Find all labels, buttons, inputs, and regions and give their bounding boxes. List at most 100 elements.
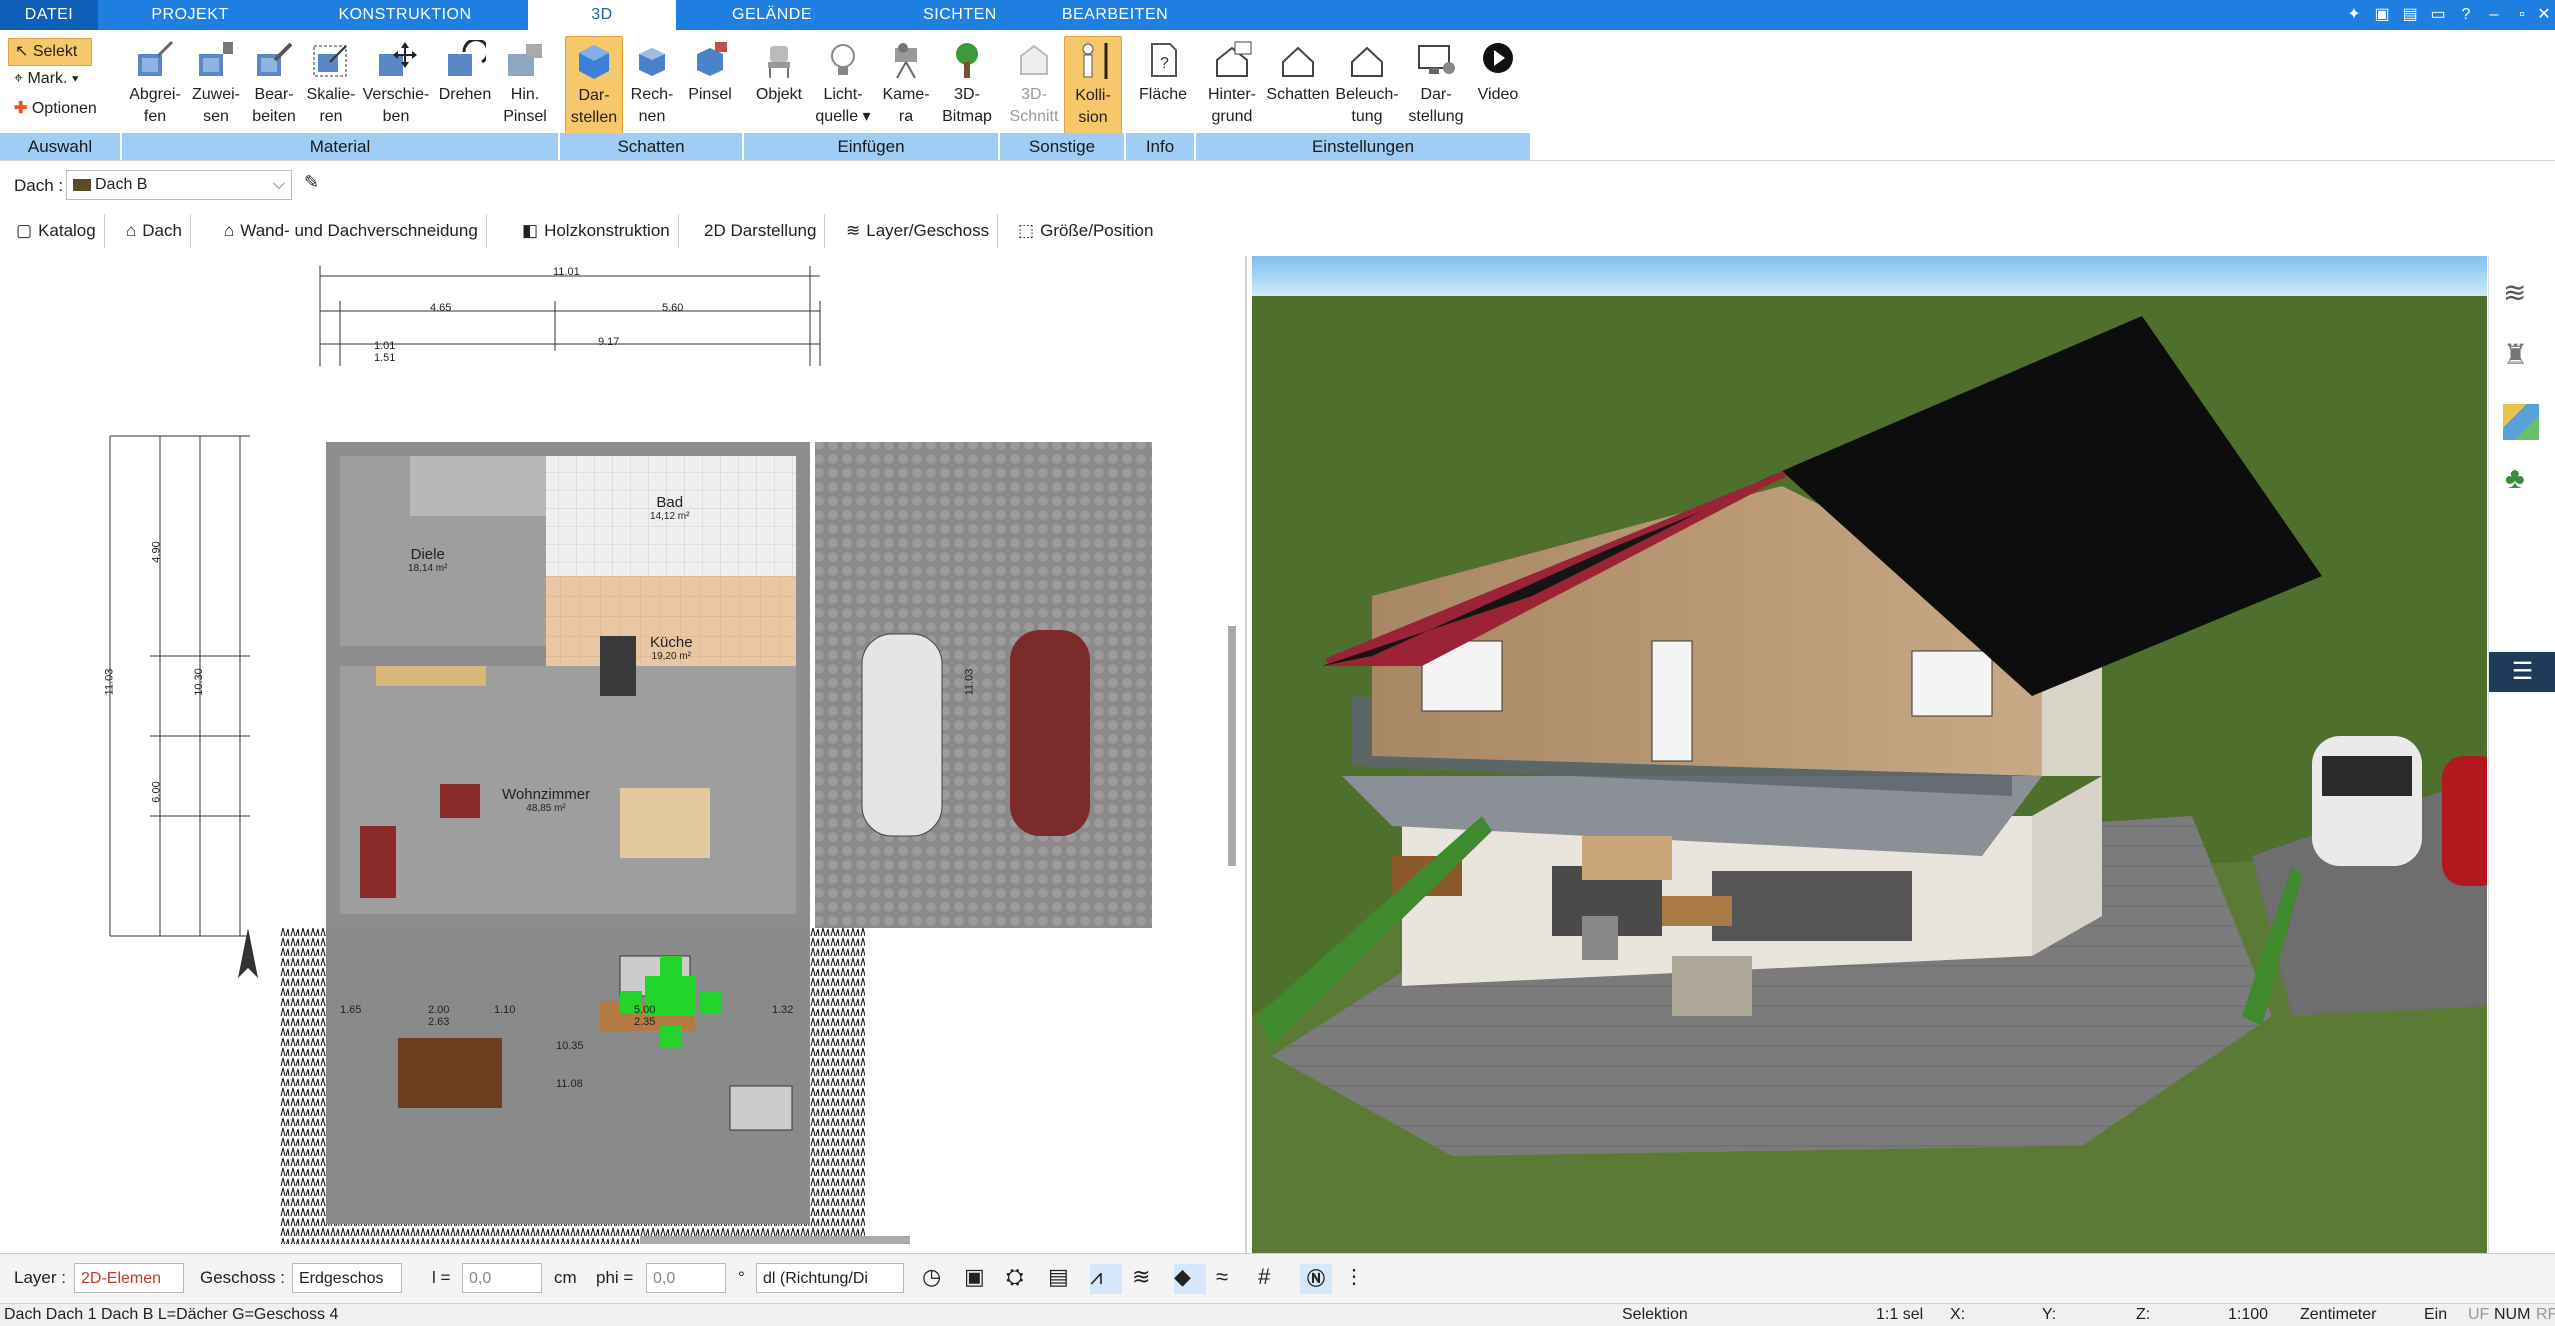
close-icon[interactable]: ✕ [2530,2,2555,28]
furniture-panel-icon[interactable]: ♜ [2503,338,2528,371]
beleuchtung-label: Beleuch- tung [1335,86,1399,125]
menu-tab-3d[interactable]: 3D [528,0,676,30]
bitmap-3d-button[interactable]: 3D- Bitmap [936,36,998,132]
sky [1252,256,2487,296]
dim-5-60: 5.60 [662,302,684,314]
red-car-plan [1010,630,1090,836]
plane-icon[interactable]: ◆ [1174,1264,1206,1294]
pinsel-label: Pinsel [688,86,732,103]
clock-icon[interactable]: ◷ [922,1264,954,1294]
status-y: Y: [2042,1306,2057,1323]
geschoss-label: Geschoss : [200,1268,286,1287]
mark-icon: ⌖ [14,70,24,87]
3d-scene [1252,256,2487,1253]
darstellen-label: Dar- stellen [570,87,618,126]
help-icon[interactable]: ? [2452,2,2480,28]
tools-icon[interactable]: ✦ [2340,2,2368,28]
layers-panel-icon[interactable]: ≋ [2503,276,2526,309]
dim-5-00: 5.00 [634,1004,656,1016]
length-input[interactable]: 0,0 [462,1263,542,1293]
menu-tab-gelaende[interactable]: GELÄNDE [712,0,832,30]
direction-select[interactable]: dl (Richtung/Di [756,1263,904,1293]
minimize-icon[interactable]: – [2480,2,2508,28]
pinsel-button[interactable]: Pinsel [682,36,738,132]
zuweisen-button[interactable]: Zuwei- sen [186,36,246,132]
lichtquelle-button[interactable]: Licht- quelle ▾ [810,36,876,132]
options-button[interactable]: ✚ Optionen [8,96,103,122]
floor-plan-view[interactable]: Diele 18,14 m² Bad 14,12 m² Küche 19,20 m² … [0,256,1247,1256]
skalieren-label: Skalie- ren [306,86,356,125]
darstellung-button[interactable]: Dar- stellung [1404,36,1468,132]
book-icon: ▢ [16,221,33,240]
bearbeiten-button[interactable]: Bear- beiten [244,36,304,132]
mark-label: Mark. [27,70,68,87]
layer-select[interactable]: 2D-Elemen [74,1263,184,1293]
plants-panel-icon[interactable]: ♣ [2505,462,2525,496]
chevron-down-icon: ⌵ [272,176,285,193]
phi-input[interactable]: 0,0 [646,1263,726,1293]
kollision-button[interactable]: Kolli- sion [1064,36,1122,134]
rechnen-button[interactable]: Rech- nen [622,36,682,132]
plus-icon: ✚ [14,100,28,117]
menu-tab-bearbeiten[interactable]: BEARBEITEN [1050,0,1180,30]
surface-icon[interactable]: ≈ [1216,1264,1248,1294]
menu-tab-konstruktion[interactable]: KONSTRUKTION [320,0,490,30]
tab-dach[interactable]: ⌂ Dach [118,214,191,248]
hintergrund-button[interactable]: Hinter- grund [1200,36,1264,132]
dim-2-63: 2.63 [428,1016,450,1028]
stack-icon[interactable]: ▤ [1048,1264,1080,1294]
tab-wand-dachverschneidung[interactable]: ⌂ Wand- und Dachverschneidung [216,214,487,248]
more-icon[interactable]: ⋮ [1344,1264,1376,1294]
slope-icon[interactable]: ⩘ [1090,1264,1122,1294]
flaeche-button[interactable]: ? Fläche [1130,36,1196,132]
folder-icon[interactable]: ▣ [2368,2,2396,28]
dim-11-03-left: 11.03 [103,668,116,696]
pencil-icon[interactable]: ✎ [304,172,319,193]
dining-table-plan [398,1038,502,1108]
ground-window-2 [1712,871,1912,941]
copy-icon[interactable]: ▤ [2396,2,2424,28]
mark-button[interactable]: ⌖ Mark. ▾ [8,66,85,92]
menu-tab-projekt[interactable]: PROJEKT [130,0,250,30]
panel-menu-icon[interactable]: ☰ [2489,652,2555,692]
materials-panel-icon[interactable] [2503,404,2539,440]
layers-toggle-icon[interactable]: ≋ [1132,1264,1164,1294]
tab-katalog-label: Katalog [38,221,96,240]
tab-2d-darstellung[interactable]: 2D Darstellung [696,214,826,248]
tab-layer-geschoss[interactable]: ≋ Layer/Geschoss [838,214,999,248]
drehen-button[interactable]: Drehen [434,36,496,132]
grid-icon[interactable]: # [1258,1264,1290,1294]
hin-pinsel-button[interactable]: Hin. Pinsel [496,36,554,132]
objekt-button[interactable]: Objekt [748,36,810,132]
model-icon[interactable]: ⛭ [1006,1264,1038,1294]
calc-cube-icon [639,48,665,76]
group-label-sonstige: Sonstige [1000,133,1124,160]
select-button[interactable]: ↖ Selekt [8,38,92,66]
beleuchtung-button[interactable]: Beleuch- tung [1332,36,1402,132]
darstellen-button[interactable]: Dar- stellen [565,36,623,134]
tab-holzkonstruktion[interactable]: ◧ Holzkonstruktion [514,214,679,248]
screen-icon[interactable]: ▣ [964,1264,996,1294]
window-icon[interactable]: ▭ [2424,2,2452,28]
kamera-button[interactable]: Kame- ra [876,36,936,132]
3d-view[interactable] [1252,256,2487,1253]
schatten-button[interactable]: Schatten [1264,36,1332,132]
video-button[interactable]: Video [1470,36,1526,132]
abgreifen-button[interactable]: Abgrei- fen [122,36,188,132]
menu-tab-sichten[interactable]: SICHTEN [900,0,1020,30]
tab-groesse-position[interactable]: ⬚ Größe/Position [1010,214,1161,248]
tab-katalog[interactable]: ▢ Katalog [8,214,105,248]
kamera-label: Kame- ra [882,86,930,125]
north-icon[interactable]: Ⓝ [1300,1264,1332,1294]
dim-1-01: 1.01 [374,340,396,352]
tree-icon [956,43,978,78]
skalieren-button[interactable]: Skalie- ren [302,36,360,132]
dim-10-35: 10.35 [556,1040,584,1052]
geschoss-select[interactable]: Erdgeschos [292,1263,402,1293]
menu-tab-datei[interactable]: DATEI [0,0,98,30]
schnitt-3d-button[interactable]: 3D- Schnitt [1004,36,1064,132]
lighting-house-icon [1351,46,1383,77]
verschieben-button[interactable]: Verschie- ben [358,36,434,132]
roof-select[interactable]: Dach B ⌵ [66,170,292,200]
status-uf: UF [2468,1306,2490,1323]
